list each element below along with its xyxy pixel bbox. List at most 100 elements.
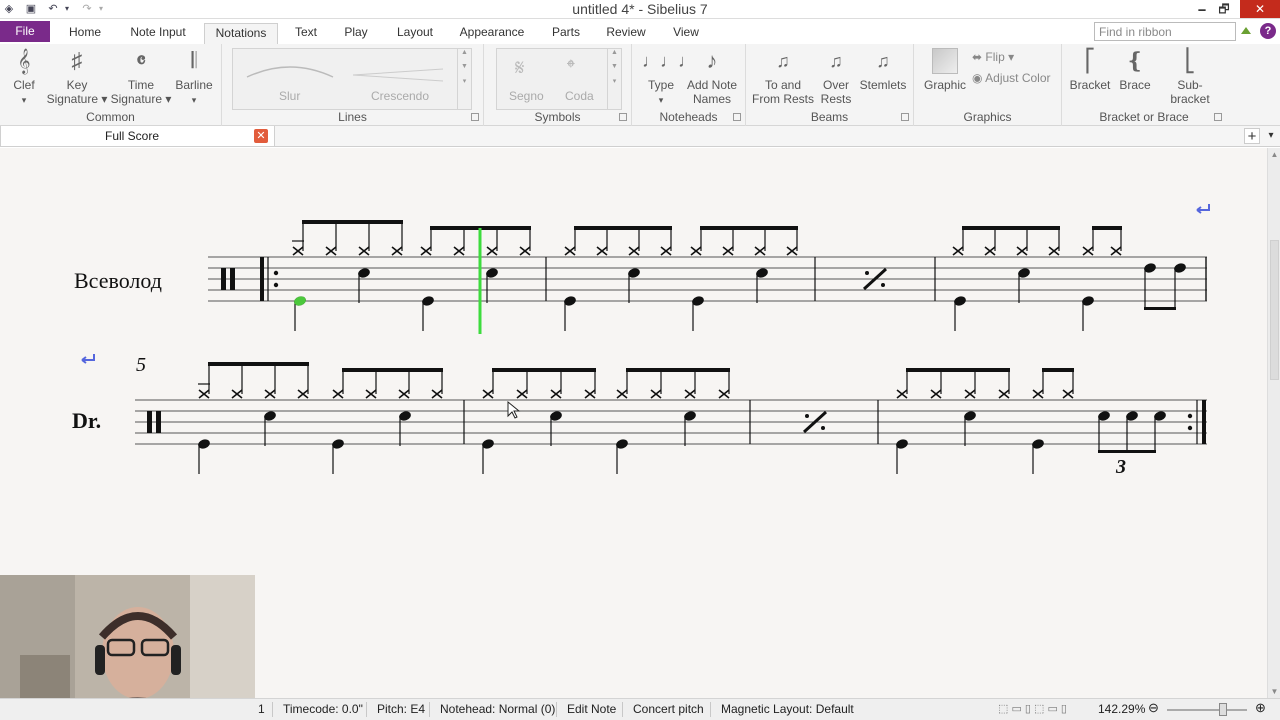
- barline-button[interactable]: 𝄃 Barline ▾: [174, 48, 214, 107]
- crescendo-item[interactable]: Crescendo: [371, 89, 429, 103]
- status-magnetic-layout[interactable]: Magnetic Layout: Default: [721, 702, 854, 716]
- stemlets-label: Stemlets: [859, 78, 907, 92]
- notehead-type-button[interactable]: ♩♩♩ Type ▾: [642, 48, 696, 107]
- flip-button[interactable]: ⬌ Flip ▾: [972, 50, 1014, 64]
- system-break-icon: [1196, 204, 1210, 214]
- symbols-launcher-icon[interactable]: [619, 113, 627, 121]
- ribbon-tabs: File Home Note Input Notations Text Play…: [0, 19, 1280, 44]
- full-score-tab[interactable]: Full Score ✕: [0, 126, 275, 147]
- beam: [208, 362, 309, 366]
- view-mode-icons[interactable]: ⬚ ▭ ▯ ⬚ ▭ ▯: [998, 702, 1067, 715]
- staff-2-name[interactable]: Dr.: [72, 408, 101, 434]
- slur-item[interactable]: Slur: [279, 89, 300, 103]
- close-tab-icon[interactable]: ✕: [254, 129, 268, 143]
- tab-view[interactable]: View: [666, 23, 706, 44]
- percussion-clef: [147, 411, 152, 433]
- scroll-down-icon[interactable]: ▼: [1268, 687, 1280, 696]
- key-signature-sub: Signature ▾: [46, 92, 108, 106]
- staff-1-name[interactable]: Всеволод: [74, 268, 162, 294]
- maximize-button[interactable]: 🗗: [1211, 0, 1237, 18]
- repeat-dot: [273, 282, 279, 288]
- beam: [962, 226, 1060, 230]
- time-signature-button[interactable]: 𝄴 Time Signature ▾: [110, 48, 172, 106]
- key-signature-button[interactable]: ♯ Key Signature ▾: [44, 48, 110, 106]
- repeat-dot: [1187, 413, 1193, 419]
- tab-notations[interactable]: Notations: [204, 23, 278, 44]
- find-in-ribbon-input[interactable]: [1094, 22, 1236, 41]
- tab-parts[interactable]: Parts: [546, 23, 586, 44]
- beam: [1042, 368, 1074, 372]
- add-note-names-label: Add Note: [686, 78, 738, 92]
- vertical-scrollbar[interactable]: ▲ ▼: [1267, 148, 1280, 698]
- coda-item[interactable]: Coda: [565, 89, 594, 103]
- add-note-names-icon: ♪: [706, 48, 718, 73]
- add-note-names-sub: Names: [692, 92, 731, 106]
- status-separator: [622, 702, 623, 717]
- status-pitch: Pitch: E4: [377, 702, 426, 716]
- beam: [302, 220, 403, 224]
- beams-launcher-icon[interactable]: [901, 113, 909, 121]
- stemlets-button[interactable]: ♫ Stemlets: [858, 48, 908, 92]
- status-notehead: Notehead: Normal (0): [440, 702, 556, 716]
- bracket-icon: ⎡: [1084, 48, 1096, 73]
- time-signature-icon: 𝄴: [136, 48, 146, 73]
- bar-number[interactable]: 5: [136, 354, 146, 377]
- common-group-label: Common: [86, 110, 135, 124]
- status-concert-pitch[interactable]: Concert pitch: [633, 702, 704, 716]
- graphic-button[interactable]: Graphic: [924, 48, 966, 92]
- beam: [492, 368, 596, 372]
- tab-text[interactable]: Text: [288, 23, 324, 44]
- stemlets-icon: ♫: [876, 51, 890, 71]
- file-tab[interactable]: File: [0, 21, 50, 42]
- collapse-ribbon-icon[interactable]: [1241, 27, 1251, 34]
- beam: [906, 368, 1010, 372]
- tab-review[interactable]: Review: [600, 23, 652, 44]
- zoom-slider-thumb[interactable]: [1219, 703, 1227, 716]
- add-note-names-button[interactable]: ♪ Add Note Names: [684, 48, 740, 106]
- tab-menu-button[interactable]: ▾: [1264, 128, 1278, 144]
- flip-label: Flip ▾: [985, 50, 1015, 64]
- lines-launcher-icon[interactable]: [471, 113, 479, 121]
- beam: [700, 226, 798, 230]
- bracket-button[interactable]: ⎡ Bracket: [1068, 48, 1112, 92]
- noteheads-launcher-icon[interactable]: [733, 113, 741, 121]
- tab-home[interactable]: Home: [62, 23, 108, 44]
- beam: [1098, 450, 1156, 453]
- close-window-button[interactable]: ✕: [1240, 0, 1280, 18]
- graphics-group: Graphic ⬌ Flip ▾ ◉ Adjust Color Graphics: [914, 44, 1062, 126]
- segno-icon: 𝄋: [515, 55, 525, 80]
- noteheads-group: ♩♩♩ Type ▾ ♪ Add Note Names Noteheads: [632, 44, 746, 126]
- repeat-dot: [881, 283, 885, 287]
- system-break-icon: [81, 354, 95, 364]
- lines-gallery-scroll[interactable]: ▲ ▼ ▾: [457, 49, 471, 109]
- zoom-out-icon[interactable]: ⊖: [1148, 700, 1159, 716]
- scroll-thumb[interactable]: [1270, 240, 1279, 380]
- to-and-from-rests-button[interactable]: ♫ To and From Rests: [752, 48, 814, 106]
- flip-icon: ⬌: [972, 50, 983, 64]
- zoom-slider-track[interactable]: [1167, 709, 1247, 711]
- zoom-in-icon[interactable]: ⊕: [1255, 700, 1266, 716]
- beam: [1092, 226, 1122, 230]
- full-score-tab-label: Full Score: [105, 129, 160, 143]
- brace-button[interactable]: ❴ Brace: [1114, 48, 1156, 92]
- bracket-launcher-icon[interactable]: [1214, 113, 1222, 121]
- barline-dropdown: ▾: [191, 95, 197, 105]
- tab-note-input[interactable]: Note Input: [122, 23, 194, 44]
- time-signature-sub: Signature ▾: [110, 92, 172, 106]
- adjust-color-icon: ◉: [972, 71, 983, 85]
- tab-layout[interactable]: Layout: [390, 23, 440, 44]
- tuplet-number[interactable]: 3: [1116, 456, 1126, 479]
- tab-appearance[interactable]: Appearance: [454, 23, 530, 44]
- symbols-gallery-scroll[interactable]: ▲ ▼ ▾: [607, 49, 621, 109]
- add-tab-button[interactable]: +: [1244, 128, 1260, 145]
- over-rests-button[interactable]: ♫ Over Rests: [818, 48, 854, 106]
- common-group: 𝄞 Clef ▾ ♯ Key Signature ▾ 𝄴 Time Signat…: [0, 44, 222, 126]
- help-icon[interactable]: ?: [1260, 23, 1276, 39]
- segno-item[interactable]: Segno: [509, 89, 544, 103]
- clef-button[interactable]: 𝄞 Clef ▾: [6, 48, 42, 107]
- sub-bracket-button[interactable]: ⎣ Sub-bracket: [1158, 48, 1222, 106]
- scroll-up-icon[interactable]: ▲: [1268, 150, 1280, 159]
- adjust-color-button[interactable]: ◉ Adjust Color: [972, 71, 1051, 85]
- tab-play[interactable]: Play: [338, 23, 374, 44]
- sub-bracket-label: Sub-bracket: [1170, 78, 1210, 106]
